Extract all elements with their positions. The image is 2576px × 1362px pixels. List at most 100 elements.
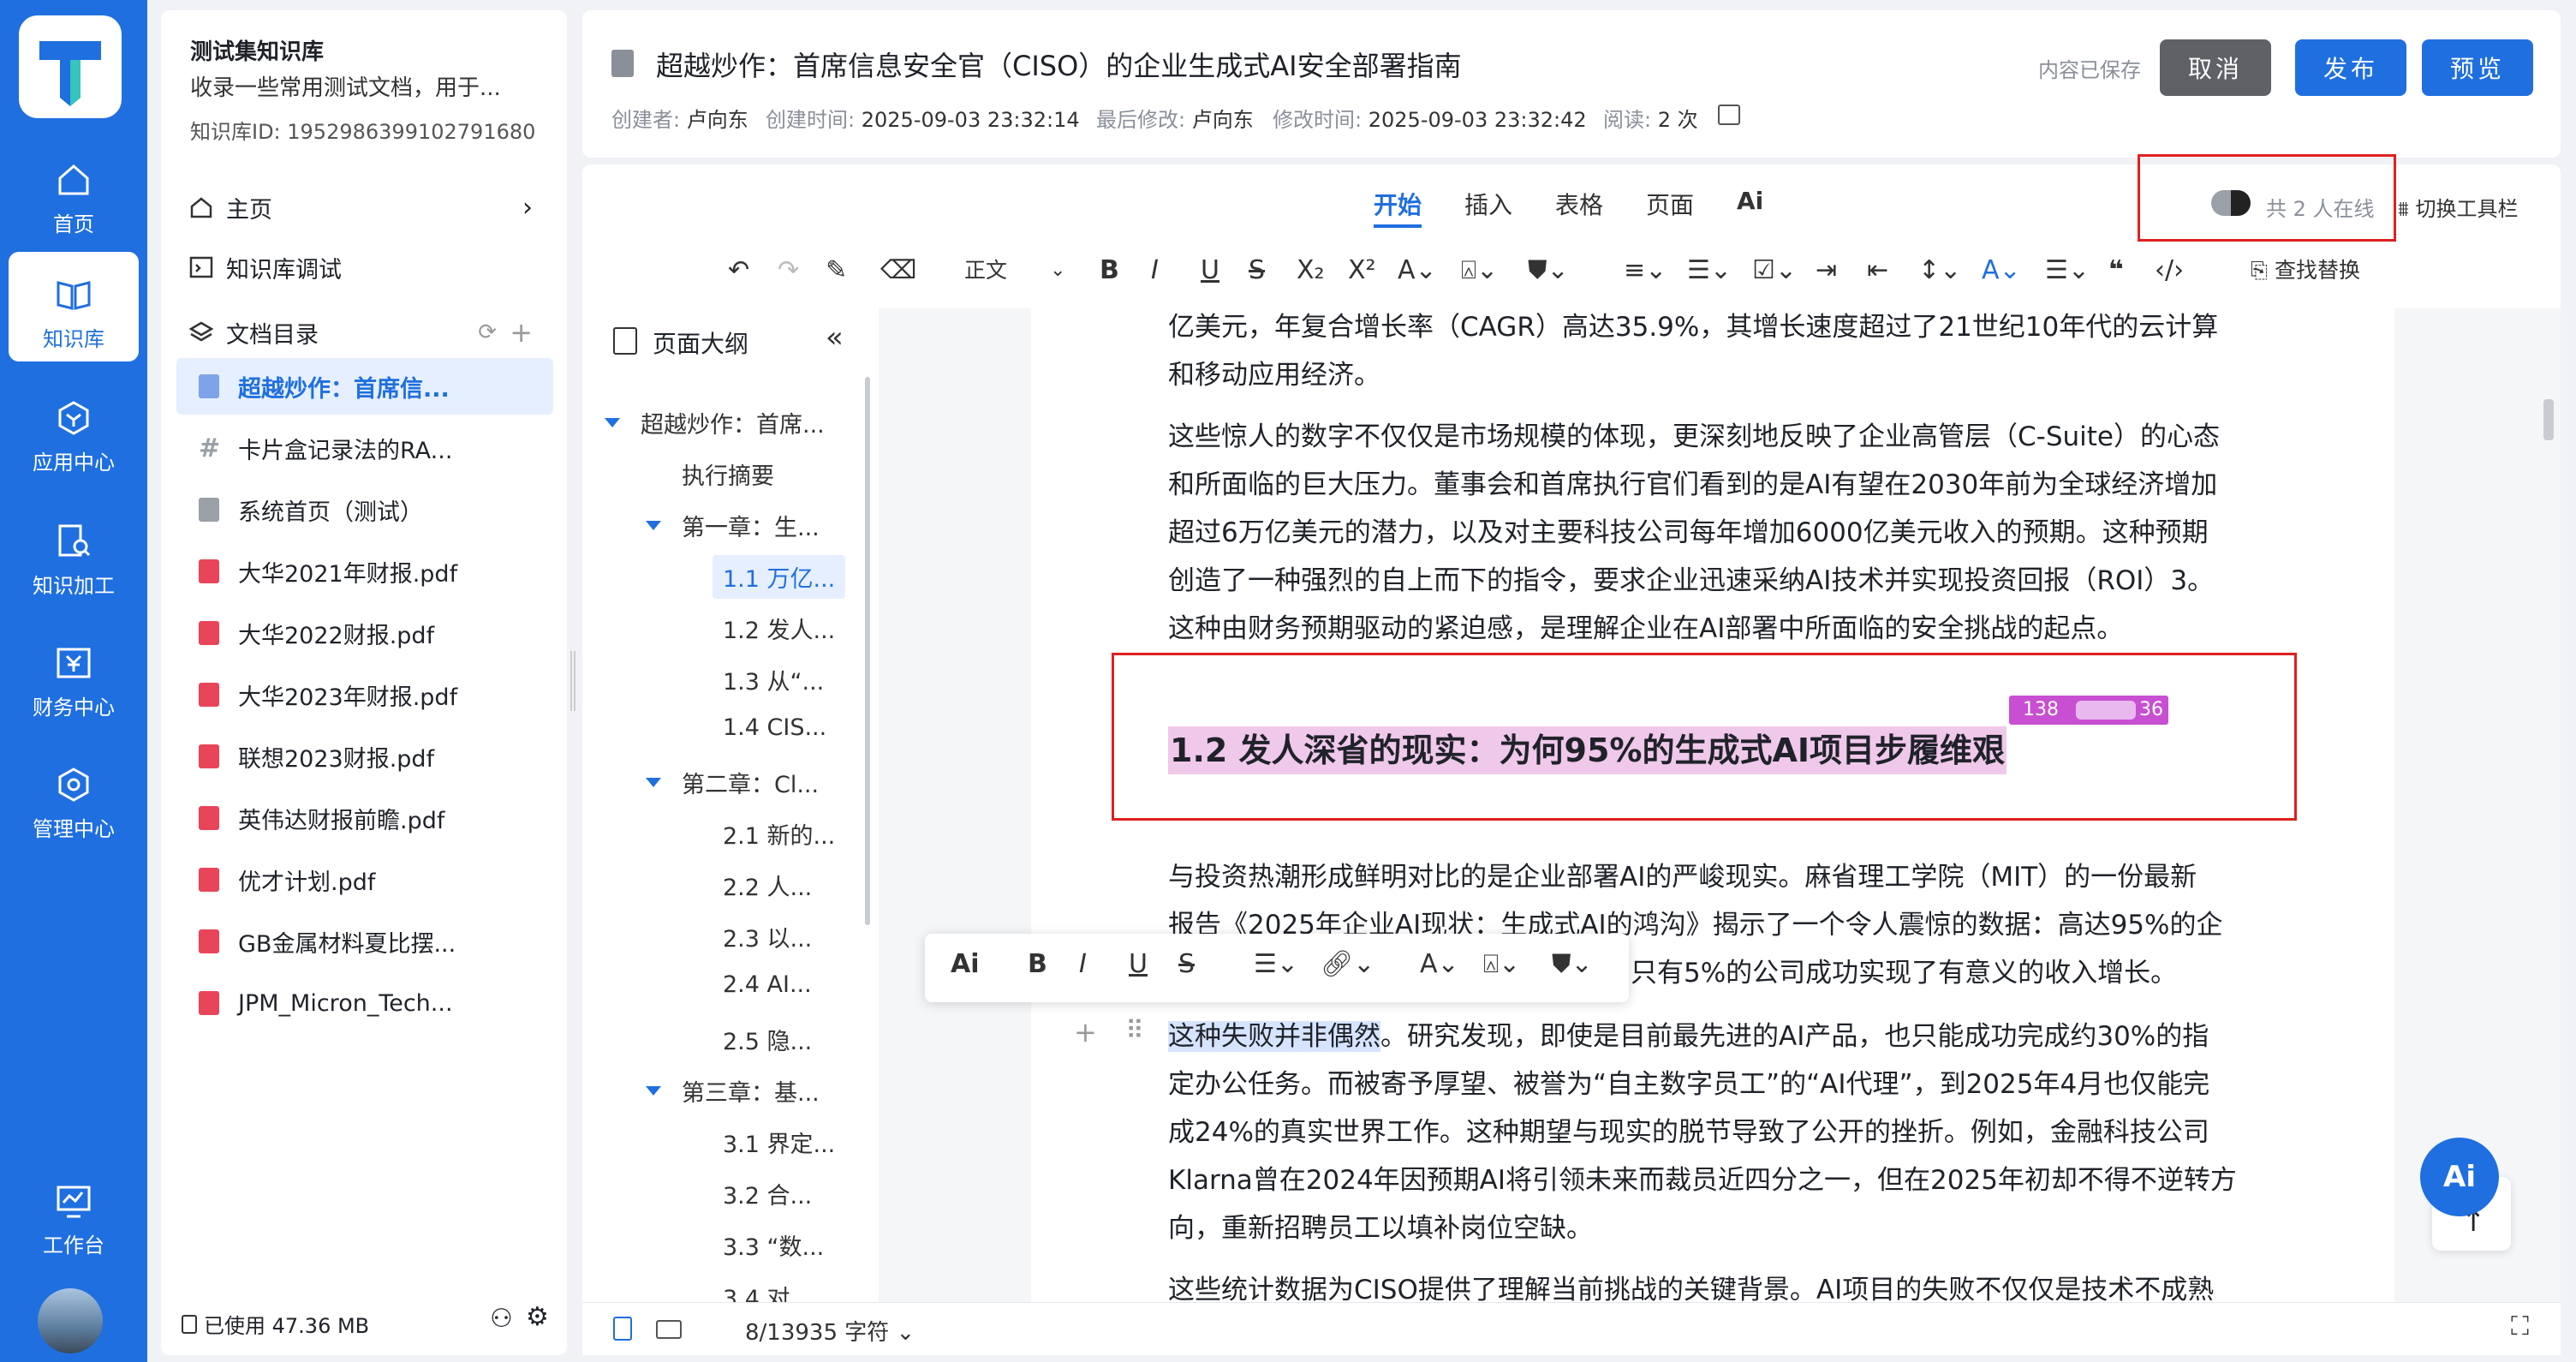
gear-icon[interactable]: ⚙: [526, 1302, 549, 1332]
outline-item[interactable]: 3.2 合...: [723, 1177, 812, 1210]
undo-icon[interactable]: ↶: [728, 254, 749, 288]
doc-item[interactable]: # 卡片盒记录法的RA...: [176, 420, 553, 476]
indent-icon[interactable]: ⇥: [1816, 254, 1837, 288]
outline-item[interactable]: 3.3 “数...: [723, 1228, 824, 1262]
text-format-icon[interactable]: A⌄: [1982, 254, 2021, 288]
align-icon[interactable]: ☰⌄: [2045, 254, 2090, 288]
doc-item[interactable]: 系统首页（测试）: [176, 481, 553, 538]
outline-item[interactable]: 1.4 CIS...: [723, 714, 826, 741]
outline-item[interactable]: 第一章：生...: [682, 509, 820, 542]
underline-icon[interactable]: U: [1129, 949, 1148, 979]
outline-item[interactable]: 执行摘要: [682, 457, 774, 491]
ai-button[interactable]: Ai: [951, 949, 980, 979]
font-color-icon[interactable]: A⌄: [1398, 254, 1437, 288]
bold-icon[interactable]: B: [1100, 254, 1119, 288]
outdent-icon[interactable]: ⇤: [1867, 254, 1888, 288]
nav-item-finance[interactable]: 财务中心: [0, 620, 147, 730]
nav-item-admin[interactable]: 管理中心: [0, 742, 147, 851]
ai-assistant-button[interactable]: Ai: [2420, 1138, 2499, 1216]
outline-scrollbar[interactable]: [865, 377, 870, 925]
link-icon[interactable]: 🔗︎⌄: [1321, 949, 1374, 979]
bold-icon[interactable]: B: [1028, 949, 1047, 979]
ordered-list-icon[interactable]: ≡⌄: [1624, 254, 1667, 288]
caret-down-icon[interactable]: [646, 1086, 661, 1096]
subscript-icon[interactable]: X₂: [1297, 254, 1325, 288]
nav-item-home[interactable]: 首页: [0, 137, 147, 247]
avatar[interactable]: [38, 1288, 103, 1353]
paragraph[interactable]: 这种失败并非偶然。研究发现，即使是目前最先进的AI产品，也只能成功完成约30%的…: [1168, 1013, 2264, 1252]
superscript-icon[interactable]: X²: [1348, 254, 1376, 288]
sidebar-item-home[interactable]: 主页 ›: [180, 182, 550, 233]
chevron-down-icon[interactable]: ⌄: [1050, 254, 1065, 288]
fill-color-icon[interactable]: ⛊⌄: [1552, 949, 1593, 979]
outline-item[interactable]: 2.5 隐...: [723, 1023, 812, 1056]
eraser-icon[interactable]: ⌫: [880, 254, 916, 288]
doc-item[interactable]: JPM_Micron_Tech...: [176, 975, 553, 1031]
fullscreen-icon[interactable]: ⛶: [2511, 1311, 2529, 1341]
highlight-icon[interactable]: ⍓⌄: [1461, 254, 1498, 288]
fill-color-icon[interactable]: ⛊⌄: [1528, 254, 1569, 288]
editor-scrollbar[interactable]: [2543, 399, 2554, 440]
highlight-icon[interactable]: ⍓⌄: [1483, 949, 1520, 979]
refresh-icon[interactable]: ⟳: [478, 320, 497, 345]
paragraph[interactable]: 这些惊人的数字不仅仅是市场规模的体现，更深刻地反映了企业高管层（C-Suite）…: [1168, 413, 2264, 653]
outline-item[interactable]: 2.3 以...: [723, 920, 812, 953]
find-replace-button[interactable]: ⎘ 查找替换: [2251, 254, 2360, 288]
caret-down-icon[interactable]: [646, 521, 661, 530]
add-icon[interactable]: +: [510, 316, 533, 349]
caret-down-icon[interactable]: [646, 778, 661, 787]
tab-page[interactable]: 页面: [1646, 187, 1694, 221]
outline-item[interactable]: 第三章：基...: [682, 1074, 820, 1108]
outline-item[interactable]: 1.1 万亿...: [713, 555, 846, 599]
strikethrough-icon[interactable]: S: [1249, 254, 1265, 288]
char-count[interactable]: 8/13935 字符 ⌄: [745, 1315, 915, 1347]
publish-button[interactable]: 发布: [2295, 39, 2406, 96]
bullet-list-icon[interactable]: ☰⌄: [1687, 254, 1732, 288]
align-icon[interactable]: ☰⌄: [1254, 949, 1298, 979]
doc-item[interactable]: 优才计划.pdf: [176, 851, 553, 908]
paragraph[interactable]: 这些统计数据为CISO提供了理解当前挑战的关键背景。AI项目的失败不仅仅是技术不…: [1168, 1266, 2264, 1302]
italic-icon[interactable]: I: [1151, 254, 1159, 288]
outline-item[interactable]: 2.2 人...: [723, 869, 812, 902]
outline-item[interactable]: 2.4 AI...: [723, 971, 812, 998]
italic-icon[interactable]: I: [1079, 949, 1087, 979]
nav-item-knowledge[interactable]: 知识库: [9, 252, 139, 361]
caret-down-icon[interactable]: [605, 418, 620, 427]
calendar-icon[interactable]: [1718, 105, 1740, 125]
tab-insert[interactable]: 插入: [1464, 187, 1512, 221]
user-settings-icon[interactable]: ⚇: [490, 1304, 513, 1334]
nav-item-processing[interactable]: 知识加工: [0, 499, 147, 608]
style-select[interactable]: 正文: [964, 254, 1007, 288]
nav-item-apps[interactable]: 应用中心: [0, 375, 147, 485]
tab-start[interactable]: 开始: [1374, 187, 1422, 228]
doc-item[interactable]: 英伟达财报前瞻.pdf: [176, 790, 553, 846]
collapse-icon[interactable]: «: [826, 320, 844, 355]
outline-item[interactable]: 1.2 发人...: [723, 612, 835, 645]
outline-item[interactable]: 超越炒作：首席...: [641, 406, 825, 439]
code-icon[interactable]: ‹/›: [2155, 254, 2184, 288]
doc-item[interactable]: 联想2023财报.pdf: [176, 728, 553, 785]
keyboard-icon[interactable]: [656, 1320, 682, 1339]
quote-icon[interactable]: ❝: [2108, 254, 2124, 288]
doc-item[interactable]: 超越炒作：首席信...: [176, 358, 553, 415]
tab-ai[interactable]: Ai: [1737, 187, 1763, 215]
doc-item[interactable]: GB金属材料夏比摆...: [176, 913, 553, 970]
preview-button[interactable]: 预览: [2422, 39, 2533, 96]
strikethrough-icon[interactable]: S: [1178, 949, 1195, 979]
paragraph[interactable]: 亿美元，年复合增长率（CAGR）高达35.9%，其增长速度超过了21世纪10年代…: [1168, 303, 2264, 399]
doc-item[interactable]: 大华2021年财报.pdf: [176, 543, 553, 600]
redo-icon[interactable]: ↷: [778, 254, 799, 288]
font-color-icon[interactable]: A⌄: [1420, 949, 1459, 979]
add-block-icon[interactable]: +: [1074, 1016, 1097, 1048]
outline-item[interactable]: 第二章：Cl...: [682, 766, 819, 799]
document-view-icon[interactable]: [613, 1317, 632, 1341]
underline-icon[interactable]: U: [1201, 254, 1219, 288]
outline-item[interactable]: 3.1 界定...: [723, 1126, 835, 1159]
switch-toolbar-button[interactable]: ⩩ 切换工具栏: [2398, 192, 2518, 222]
line-height-icon[interactable]: ↕⌄: [1918, 254, 1961, 288]
tab-table[interactable]: 表格: [1555, 187, 1603, 221]
sidebar-resize-handle[interactable]: [570, 651, 575, 711]
format-painter-icon[interactable]: ✎: [826, 254, 847, 288]
outline-item[interactable]: 1.3 从“...: [723, 663, 824, 696]
nav-item-workbench[interactable]: 工作台: [0, 1158, 147, 1268]
